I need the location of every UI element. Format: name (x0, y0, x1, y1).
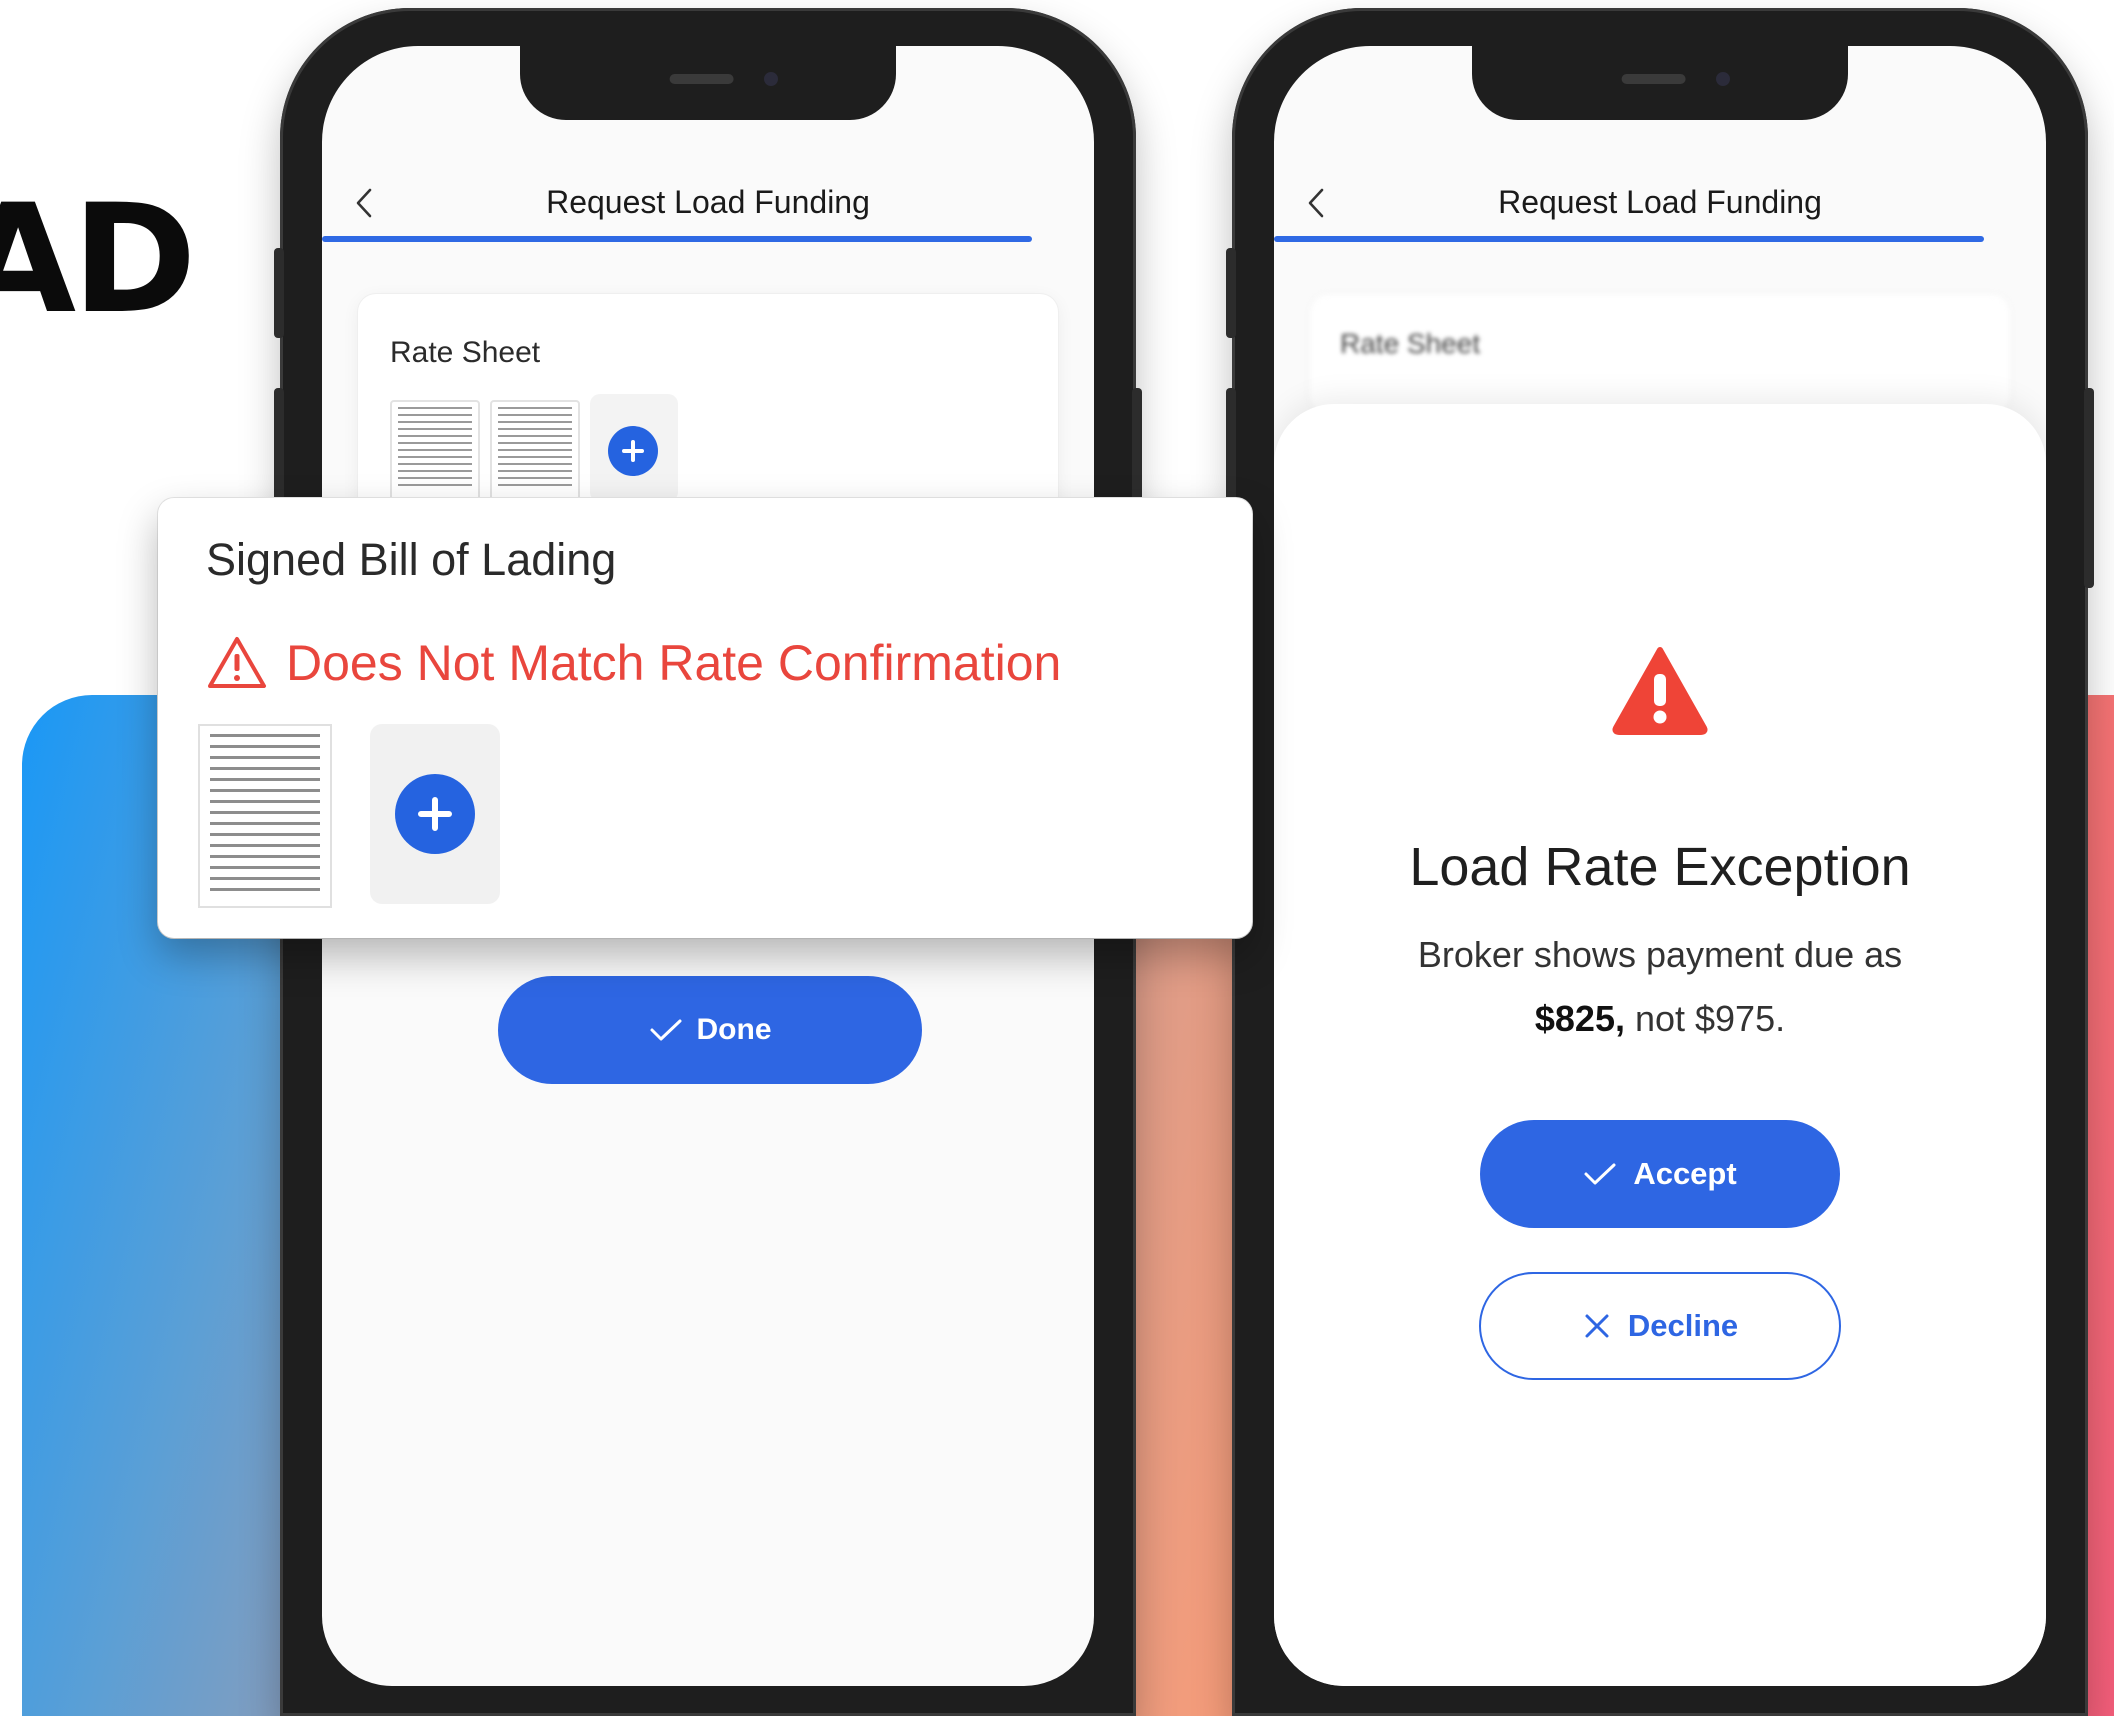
notch (1472, 46, 1848, 120)
background-headline: AD (0, 173, 197, 347)
plus-icon[interactable] (395, 774, 475, 854)
right-phone-screen: Request Load Funding Rate Sheet Load Rat… (1274, 46, 2046, 1686)
progress-bar (322, 236, 1094, 242)
document-thumbnail[interactable] (198, 724, 332, 908)
app-header: Request Load Funding (1274, 166, 2046, 236)
side-button (2084, 388, 2094, 588)
original-amount: not $975. (1624, 998, 1786, 1039)
decline-button-label: Decline (1627, 1308, 1739, 1343)
accept-button[interactable]: Accept (1480, 1120, 1840, 1228)
right-phone: Request Load Funding Rate Sheet Load Rat… (1226, 8, 2094, 1716)
decline-button[interactable]: Decline (1479, 1272, 1841, 1380)
document-thumbnail[interactable] (490, 400, 580, 504)
check-icon (650, 1019, 681, 1041)
warning-text: Does Not Match Rate Confirmation (286, 635, 1062, 691)
notch (520, 46, 896, 120)
add-document-slot[interactable] (370, 724, 500, 904)
page-title: Request Load Funding (546, 184, 870, 220)
warning-row: Does Not Match Rate Confirmation (206, 634, 1061, 692)
accept-button-label: Accept (1633, 1156, 1737, 1191)
dialog-message-amounts: $825, not $975. (1274, 998, 2046, 1040)
warning-triangle-icon (1612, 647, 1708, 735)
add-document-slot[interactable] (590, 394, 678, 502)
progress-fill (322, 236, 1033, 242)
bill-of-lading-popup: Signed Bill of Lading Does Not Match Rat… (158, 498, 1252, 938)
card-title: Rate Sheet (390, 336, 541, 369)
progress-bar (1274, 236, 2046, 242)
plus-icon[interactable] (608, 426, 658, 476)
progress-fill (1274, 236, 1985, 242)
card-title-blurred: Rate Sheet (1340, 328, 1481, 359)
warning-triangle-outline-icon (208, 637, 266, 688)
dialog-title: Load Rate Exception (1409, 837, 1911, 897)
done-button[interactable]: Done (498, 976, 922, 1084)
side-button (274, 248, 284, 338)
app-header: Request Load Funding (322, 166, 1094, 236)
speaker (669, 74, 734, 84)
exception-dialog: Load Rate Exception Broker shows payment… (1274, 404, 2046, 1686)
document-thumbnail[interactable] (390, 400, 480, 504)
payment-amount: $825, (1534, 998, 1625, 1039)
dialog-message: Broker shows payment due as (1417, 934, 1903, 975)
speaker (1621, 74, 1686, 84)
close-icon (1585, 1314, 1609, 1338)
page-title: Request Load Funding (1498, 184, 1822, 220)
popup-title: Signed Bill of Lading (206, 534, 617, 585)
camera (764, 72, 778, 86)
side-button (1226, 248, 1236, 338)
check-icon (1584, 1163, 1616, 1185)
camera (1716, 72, 1730, 86)
done-button-label: Done (696, 1013, 772, 1046)
